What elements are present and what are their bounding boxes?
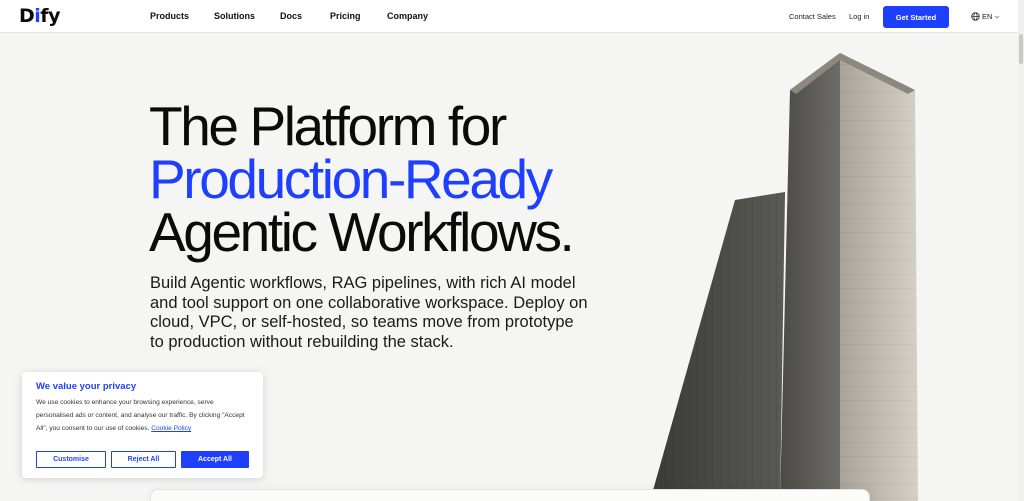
nav-link-docs[interactable]: Docs — [280, 0, 302, 33]
cookie-body: We use cookies to enhance your browsing … — [36, 396, 249, 435]
headline-line-3: Agentic Workflows. — [149, 201, 575, 263]
scrollbar-thumb[interactable] — [1019, 34, 1023, 64]
nav-link-solutions[interactable]: Solutions — [214, 0, 255, 33]
nav-links: Products Solutions Docs Pricing Company … — [0, 0, 1024, 33]
reject-all-button[interactable]: Reject All — [111, 451, 176, 468]
page-scrollbar[interactable] — [1018, 0, 1024, 501]
top-navigation: Dify Products Solutions Docs Pricing Com… — [0, 0, 1024, 33]
globe-icon — [971, 12, 980, 21]
contact-sales-link[interactable]: Contact Sales — [789, 0, 836, 33]
login-link[interactable]: Log in — [849, 0, 869, 33]
nav-link-company[interactable]: Company — [387, 0, 428, 33]
cookie-actions: Customise Reject All Accept All — [36, 451, 249, 468]
cookie-title: We value your privacy — [36, 381, 137, 392]
hero-headline: The Platform for Production-Ready Agenti… — [149, 95, 669, 263]
customise-button[interactable]: Customise — [36, 451, 106, 468]
headline-line-2-accent: Production-Ready — [149, 148, 553, 210]
cookie-policy-link[interactable]: Cookie Policy — [151, 425, 191, 432]
language-label: EN — [982, 12, 993, 21]
language-selector[interactable]: EN — [971, 0, 1000, 33]
headline-line-1: The Platform for — [149, 95, 507, 157]
chevron-down-icon — [995, 15, 1000, 19]
concrete-tower-image — [650, 53, 918, 501]
cookie-consent-banner: We value your privacy We use cookies to … — [22, 372, 263, 478]
accept-all-button[interactable]: Accept All — [181, 451, 249, 468]
nav-link-products[interactable]: Products — [150, 0, 189, 33]
get-started-button[interactable]: Get Started — [883, 6, 949, 28]
hero-subtext: Build Agentic workflows, RAG pipelines, … — [150, 274, 588, 351]
hero-preview-card — [150, 489, 870, 501]
cookie-body-text: We use cookies to enhance your browsing … — [36, 399, 245, 432]
nav-link-pricing[interactable]: Pricing — [330, 0, 361, 33]
